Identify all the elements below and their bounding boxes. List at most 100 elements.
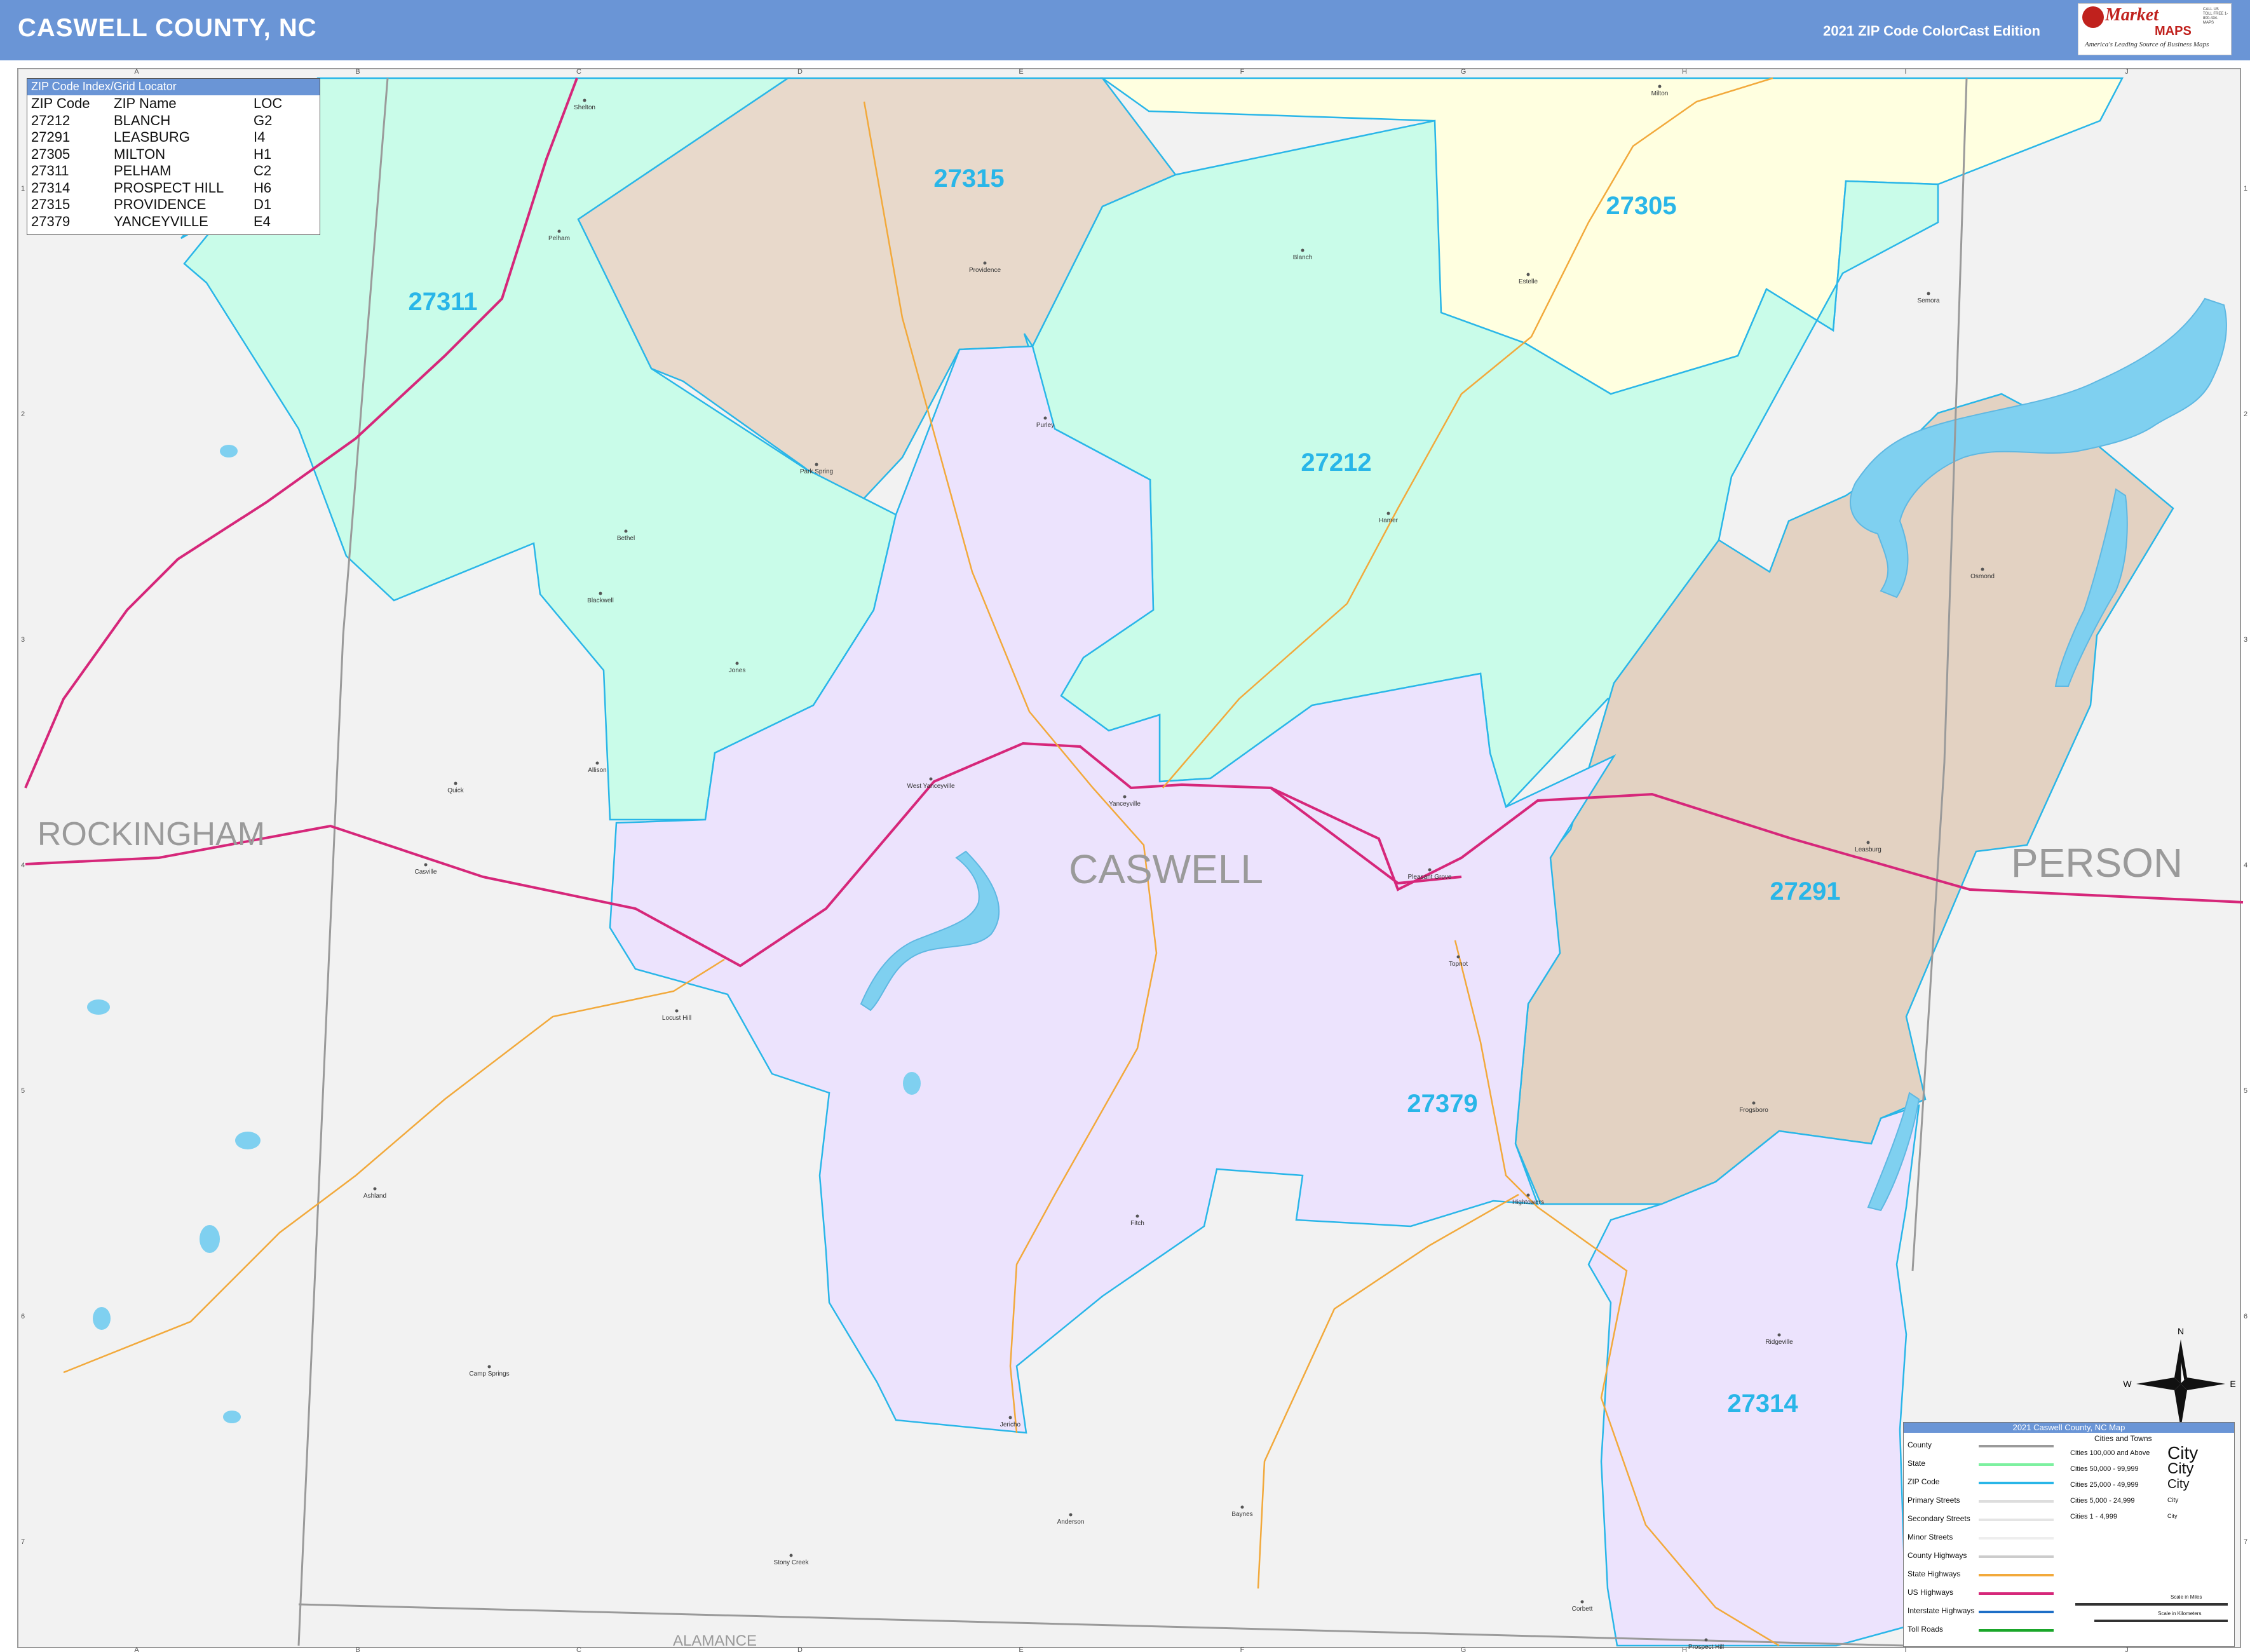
grid-column-label-top: C	[576, 68, 581, 76]
place-dot	[929, 777, 933, 781]
zip-index-cell: D1	[254, 196, 272, 212]
place-label[interactable]: Jones	[729, 667, 746, 674]
place-label[interactable]: Blackwell	[587, 597, 614, 604]
grid-column-label-bottom: G	[1461, 1646, 1467, 1652]
grid-row-label-left: 3	[21, 636, 25, 644]
grid-row-label-right: 5	[2244, 1087, 2247, 1095]
place-label[interactable]: Leasburg	[1855, 846, 1881, 853]
zip-label-27311: 27311	[408, 288, 477, 316]
place-label[interactable]: Milton	[1651, 90, 1669, 97]
legend-city-item: Cities 25,000 - 49,999	[2070, 1481, 2139, 1489]
place-label[interactable]: Park Spring	[800, 468, 833, 475]
legend-city-item: Cities 1 - 4,999	[2070, 1513, 2117, 1520]
grid-column-label-bottom: J	[2125, 1646, 2129, 1652]
place-label[interactable]: Camp Springs	[469, 1371, 509, 1378]
place-label[interactable]: Bethel	[617, 535, 635, 542]
region-label-caswell: CASWELL	[1069, 846, 1263, 892]
place-label[interactable]: Jericho	[1000, 1421, 1021, 1428]
zip-index-cell: BLANCH	[114, 112, 171, 128]
edition-label: 2021 ZIP Code ColorCast Edition	[1823, 23, 2040, 39]
zip-index-cell: 27315	[31, 196, 71, 212]
legend-item: Interstate Highways	[1908, 1606, 1975, 1615]
place-label[interactable]: Anderson	[1057, 1519, 1085, 1526]
grid-column-label-top: H	[1682, 68, 1687, 76]
zip-index-row[interactable]: 27212 BLANCH G2	[30, 112, 312, 130]
zip-index-cell: 27314	[31, 179, 71, 196]
place-label[interactable]: Locust Hill	[662, 1015, 691, 1022]
logo-mark-icon	[2082, 6, 2104, 28]
grid-column-label-top: B	[355, 68, 360, 76]
place-label[interactable]: Ridgeville	[1765, 1339, 1793, 1346]
zip-index-row[interactable]: 27311 PELHAM C2	[30, 163, 312, 180]
place-label[interactable]: Prospect Hill	[1688, 1644, 1724, 1651]
place-dot	[599, 592, 602, 595]
pond-4	[200, 1225, 220, 1253]
place-dot	[1069, 1513, 1073, 1517]
place-dot	[1456, 955, 1460, 959]
place-dot	[1752, 1101, 1756, 1105]
place-dot	[1526, 273, 1530, 276]
map-legend: 2021 Caswell County, NC Map County State Z…	[1903, 1422, 2235, 1647]
place-label[interactable]: Allison	[588, 767, 606, 774]
legend-scale-km: Scale in Kilometers	[2158, 1611, 2202, 1616]
zip-index-cell: 27379	[31, 213, 71, 229]
zip-index-col-name: ZIP Name	[114, 95, 177, 111]
map-title: CASWELL COUNTY, NC	[18, 14, 317, 42]
legend-city-sample: City	[2167, 1477, 2190, 1491]
place-label[interactable]: Topnot	[1449, 961, 1468, 968]
zip-index-row[interactable]: 27379 YANCEYVILLE E4	[30, 213, 312, 231]
place-label[interactable]: Hamer	[1379, 517, 1399, 524]
place-label[interactable]: Stony Creek	[773, 1559, 809, 1566]
place-label[interactable]: Yanceyville	[1109, 801, 1141, 808]
zip-label-27379: 27379	[1407, 1090, 1477, 1118]
legend-scale-miles: Scale in Miles	[2171, 1594, 2202, 1600]
place-label[interactable]: Shelton	[574, 104, 595, 111]
place-label[interactable]: Blanch	[1293, 254, 1313, 261]
compass-e: E	[2230, 1379, 2235, 1389]
region-label-rockingham: ROCKINGHAM	[37, 816, 265, 853]
zip-index-row[interactable]: 27291 LEASBURG I4	[30, 129, 312, 146]
zip-index-row[interactable]: 27305 MILTON H1	[30, 146, 312, 163]
place-label[interactable]: Semora	[1917, 297, 1939, 304]
logo-word-market: Market	[2105, 5, 2159, 25]
place-label[interactable]: Pelham	[548, 235, 570, 242]
place-label[interactable]: Purley	[1036, 422, 1054, 429]
grid-row-label-left: 7	[21, 1538, 25, 1546]
zip-code-map[interactable]: 27315 27305 27311 27212 27291 27379 2731…	[0, 60, 2250, 1652]
zip-index-row[interactable]: 27314 PROSPECT HILL H6	[30, 180, 312, 197]
place-dot	[1981, 567, 1984, 571]
grid-column-label-top: I	[1904, 68, 1906, 76]
place-label[interactable]: Hightowers	[1512, 1199, 1544, 1206]
place-label[interactable]: Casville	[414, 869, 437, 876]
place-label[interactable]: Providence	[969, 267, 1001, 274]
place-dot	[1123, 795, 1127, 799]
scale-bar-miles	[2075, 1603, 2228, 1606]
place-label[interactable]: Pleasant Grove	[1408, 874, 1452, 881]
zip-index-cell: H6	[254, 179, 272, 196]
legend-city-item: Cities 100,000 and Above	[2070, 1449, 2150, 1457]
grid-row-label-right: 2	[2244, 410, 2247, 418]
zip-index-title: ZIP Code Index/Grid Locator	[27, 79, 320, 95]
place-dot	[675, 1009, 679, 1013]
place-label[interactable]: Quick	[447, 787, 464, 794]
zip-index-table: ZIP Code Index/Grid Locator ZIP Code ZIP…	[27, 78, 320, 235]
logo-contact: CALL US TOLL FREE 1-800-434-MAPS	[2203, 8, 2228, 25]
place-label[interactable]: Baynes	[1231, 1511, 1252, 1518]
legend-item: US Highways	[1908, 1588, 1954, 1597]
legend-swatch	[1979, 1482, 2054, 1484]
region-label-person: PERSON	[2011, 840, 2183, 886]
place-label[interactable]: Ashland	[363, 1193, 386, 1200]
place-dot	[487, 1365, 491, 1369]
zip-index-cell: 27212	[31, 112, 71, 128]
grid-column-label-bottom: E	[1019, 1646, 1023, 1652]
place-label[interactable]: Corbett	[1572, 1606, 1593, 1613]
place-label[interactable]: Osmond	[1970, 573, 1995, 580]
grid-row-label-right: 1	[2244, 185, 2247, 193]
place-label[interactable]: Frogsboro	[1739, 1107, 1768, 1114]
zip-index-cell: 27291	[31, 129, 71, 145]
place-label[interactable]: West Yanceyville	[907, 783, 954, 790]
zip-index-row[interactable]: 27315 PROVIDENCE D1	[30, 196, 312, 213]
grid-column-label-bottom: C	[576, 1646, 581, 1652]
place-label[interactable]: Fitch	[1130, 1220, 1144, 1227]
place-label[interactable]: Estelle	[1519, 278, 1538, 285]
